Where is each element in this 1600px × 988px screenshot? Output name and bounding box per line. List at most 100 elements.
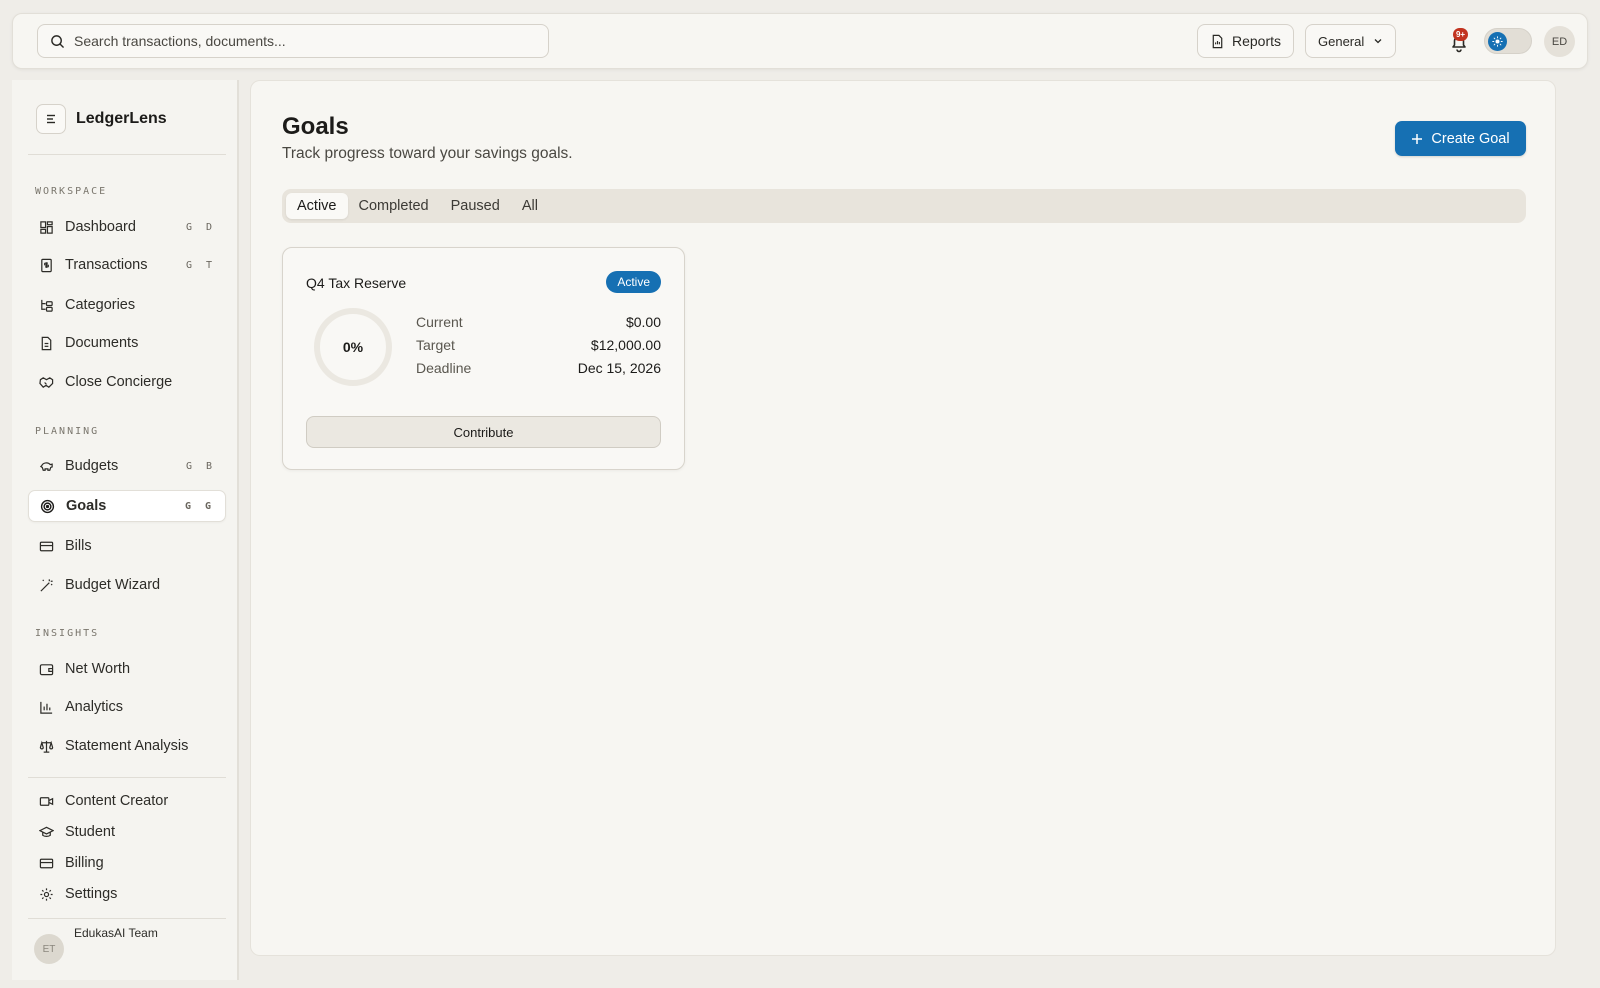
divider xyxy=(28,154,226,155)
theme-toggle[interactable] xyxy=(1484,28,1532,54)
receipt-icon xyxy=(38,257,54,273)
sidebar-item-close-concierge[interactable]: Close Concierge xyxy=(28,366,226,398)
report-icon xyxy=(1212,34,1223,48)
tab-completed[interactable]: Completed xyxy=(348,193,440,219)
stat-value: $0.00 xyxy=(625,314,661,330)
shortcut-hint: G D xyxy=(185,221,216,233)
sidebar-item-statement-analysis[interactable]: Statement Analysis xyxy=(28,730,226,762)
sidebar-item-label: Close Concierge xyxy=(65,374,173,390)
sidebar-item-student[interactable]: Student xyxy=(28,816,226,848)
reports-button[interactable]: Reports xyxy=(1197,24,1295,58)
sidebar-item-budgets[interactable]: Budgets G B xyxy=(28,450,226,482)
document-icon xyxy=(38,335,54,351)
stat-label: Target xyxy=(416,337,455,353)
sidebar-item-settings[interactable]: Settings xyxy=(28,878,226,910)
tab-all[interactable]: All xyxy=(511,193,549,219)
sidebar-item-label: Goals xyxy=(66,498,107,514)
contribute-button[interactable]: Contribute xyxy=(306,416,661,448)
stat-row-current: Current $0.00 xyxy=(416,314,661,337)
stat-label: Deadline xyxy=(416,360,472,376)
plus-icon xyxy=(1412,133,1423,144)
stat-value: Dec 15, 2026 xyxy=(577,360,661,376)
goal-card: Q4 Tax Reserve Active 0% Current $0.00 T… xyxy=(282,247,685,470)
stat-value: $12,000.00 xyxy=(590,337,661,353)
sidebar-item-label: Documents xyxy=(65,335,139,351)
footer-user-name: EdukasAI Team xyxy=(74,926,158,940)
progress-percent: 0% xyxy=(342,339,364,355)
tab-paused[interactable]: Paused xyxy=(440,193,511,219)
footer-avatar: ET xyxy=(34,934,64,964)
sidebar-item-dashboard[interactable]: Dashboard G D xyxy=(28,211,226,243)
section-label-workspace: WORKSPACE xyxy=(35,186,108,197)
video-icon xyxy=(38,793,54,809)
top-bar: Reports General 9+ ED xyxy=(12,13,1588,69)
sidebar: LedgerLens WORKSPACE Dashboard G D Trans… xyxy=(12,80,239,980)
scale-icon xyxy=(38,738,54,754)
search-box[interactable] xyxy=(37,24,549,58)
sidebar-item-transactions[interactable]: Transactions G T xyxy=(28,249,226,281)
sidebar-item-documents[interactable]: Documents xyxy=(28,327,226,359)
footer-user[interactable]: ET EdukasAI Team xyxy=(34,926,158,964)
sidebar-item-label: Transactions xyxy=(65,257,148,273)
sidebar-item-label: Budget Wizard xyxy=(65,577,161,593)
main-panel: Goals Track progress toward your savings… xyxy=(250,80,1556,956)
goal-name: Q4 Tax Reserve xyxy=(306,275,407,291)
section-label-planning: PLANNING xyxy=(35,426,100,437)
sidebar-item-label: Billing xyxy=(65,855,104,871)
tree-icon xyxy=(38,297,54,313)
dashboard-icon xyxy=(38,219,54,235)
card-icon xyxy=(38,538,54,554)
user-avatar[interactable]: ED xyxy=(1544,26,1575,57)
sidebar-item-net-worth[interactable]: Net Worth xyxy=(28,653,226,685)
piggy-bank-icon xyxy=(38,458,54,474)
shortcut-hint: G T xyxy=(185,259,216,271)
sidebar-item-label: Content Creator xyxy=(65,793,169,809)
divider xyxy=(28,918,226,919)
gear-icon xyxy=(38,886,54,902)
sidebar-item-budget-wizard[interactable]: Budget Wizard xyxy=(28,569,226,601)
brand: LedgerLens xyxy=(36,104,167,134)
section-label-insights: INSIGHTS xyxy=(35,628,100,639)
wallet-icon xyxy=(38,661,54,677)
sidebar-item-label: Settings xyxy=(65,886,118,902)
create-goal-button[interactable]: Create Goal xyxy=(1395,121,1526,156)
chevron-down-icon xyxy=(1374,39,1382,44)
tab-active[interactable]: Active xyxy=(286,193,348,219)
bar-chart-icon xyxy=(38,699,54,715)
status-badge: Active xyxy=(606,271,661,293)
theme-toggle-knob xyxy=(1488,32,1507,51)
stat-row-deadline: Deadline Dec 15, 2026 xyxy=(416,360,661,383)
goal-stats: Current $0.00 Target $12,000.00 Deadline… xyxy=(416,314,661,383)
create-goal-label: Create Goal xyxy=(1431,130,1510,147)
sidebar-item-billing[interactable]: Billing xyxy=(28,847,226,879)
sidebar-item-bills[interactable]: Bills xyxy=(28,530,226,562)
sidebar-item-label: Categories xyxy=(65,297,136,313)
sidebar-item-content-creator[interactable]: Content Creator xyxy=(28,785,226,817)
sidebar-item-categories[interactable]: Categories xyxy=(28,289,226,321)
reports-label: Reports xyxy=(1232,33,1282,49)
sidebar-item-label: Statement Analysis xyxy=(65,738,189,754)
brand-name: LedgerLens xyxy=(76,110,167,127)
notification-badge: 9+ xyxy=(1453,28,1468,41)
sidebar-item-label: Dashboard xyxy=(65,219,136,235)
sidebar-toggle-button[interactable] xyxy=(36,104,66,134)
target-icon xyxy=(39,498,55,514)
sidebar-item-label: Budgets xyxy=(65,458,119,474)
workspace-select[interactable]: General xyxy=(1305,24,1397,58)
divider xyxy=(28,777,226,778)
shortcut-hint: G B xyxy=(185,460,216,472)
search-icon xyxy=(51,34,64,48)
workspace-select-value: General xyxy=(1318,33,1365,49)
handshake-icon xyxy=(38,374,54,390)
sidebar-item-analytics[interactable]: Analytics xyxy=(28,691,226,723)
sun-icon xyxy=(1492,36,1503,47)
page-title: Goals xyxy=(282,113,349,140)
sidebar-item-label: Analytics xyxy=(65,699,124,715)
sidebar-item-goals[interactable]: Goals G G xyxy=(28,490,226,522)
credit-card-icon xyxy=(38,855,54,871)
sidebar-item-label: Bills xyxy=(65,538,92,554)
graduation-cap-icon xyxy=(38,824,54,840)
search-input[interactable] xyxy=(74,33,514,49)
wand-icon xyxy=(38,577,54,593)
stat-label: Current xyxy=(416,314,463,330)
